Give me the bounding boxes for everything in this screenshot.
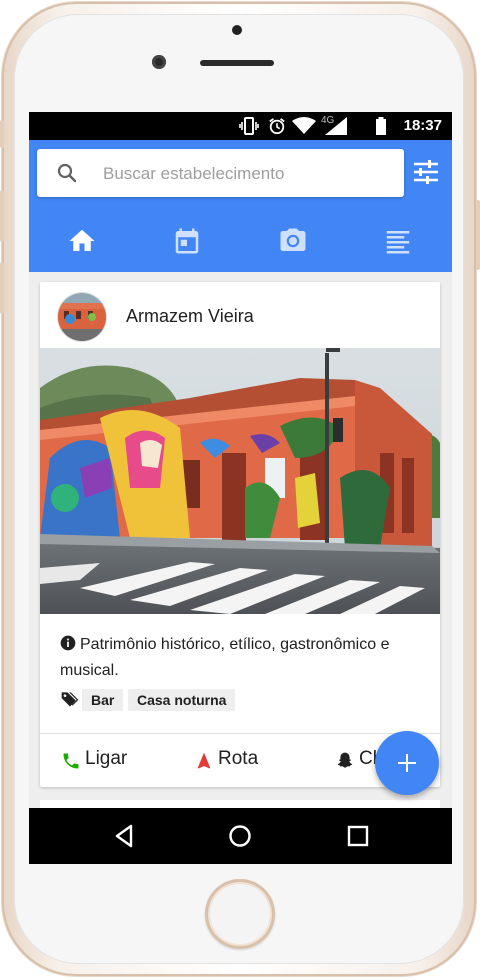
tab-camera-icon[interactable] xyxy=(278,226,308,256)
signal-icon xyxy=(325,117,347,135)
wifi-icon xyxy=(292,117,316,134)
search-box[interactable] xyxy=(37,149,404,197)
tag-casa-noturna[interactable]: Casa noturna xyxy=(128,689,236,711)
front-camera xyxy=(152,55,166,69)
side-button xyxy=(0,120,4,148)
tab-calendar-icon[interactable] xyxy=(172,226,202,256)
back-triangle-icon[interactable] xyxy=(111,822,139,850)
volume-up-button xyxy=(0,190,4,242)
avatar[interactable] xyxy=(58,293,106,341)
filter-tune-icon[interactable] xyxy=(412,158,440,186)
plus-icon xyxy=(398,754,416,772)
call-label: Ligar xyxy=(85,748,128,769)
add-fab-button[interactable] xyxy=(375,731,439,795)
description-text: Patrimônio histórico, etílico, gastronôm… xyxy=(60,636,390,679)
android-nav-bar xyxy=(29,808,452,864)
tab-home-icon[interactable] xyxy=(67,226,97,256)
snapchat-ghost-icon xyxy=(337,752,353,768)
avatar-image xyxy=(58,293,106,341)
card-description: Patrimônio histórico, etílico, gastronôm… xyxy=(60,632,425,684)
navigation-arrow-icon xyxy=(197,752,211,769)
alarm-icon xyxy=(269,118,285,135)
front-sensor xyxy=(232,25,242,35)
recents-square-icon[interactable] xyxy=(344,822,372,850)
battery-icon xyxy=(376,117,386,135)
photo-image xyxy=(40,348,440,614)
establishment-card[interactable]: Armazem Vieira Patrimônio histórico, etí… xyxy=(40,282,440,787)
card-divider xyxy=(40,733,440,734)
power-button xyxy=(476,200,480,270)
volume-down-button xyxy=(0,262,4,314)
home-hardware-button[interactable] xyxy=(205,879,275,949)
card-title[interactable]: Armazem Vieira xyxy=(126,306,254,327)
app-bar xyxy=(29,140,452,272)
tab-list-icon[interactable] xyxy=(383,226,413,256)
call-button[interactable]: Ligar xyxy=(61,748,161,774)
info-icon xyxy=(60,635,76,651)
earpiece-speaker xyxy=(200,60,274,66)
status-time: 18:37 xyxy=(403,117,442,134)
search-icon xyxy=(57,163,77,183)
search-input[interactable] xyxy=(101,159,395,189)
vibrate-icon xyxy=(239,117,259,135)
tag-bar[interactable]: Bar xyxy=(82,689,124,711)
tags-icon xyxy=(61,692,79,707)
screen: 4G 18:37 Buscar estabelecimento Armazem … xyxy=(29,112,452,864)
route-button[interactable]: Rota xyxy=(194,748,294,774)
tab-bar xyxy=(29,216,452,272)
route-label: Rota xyxy=(218,748,259,769)
phone-icon xyxy=(63,753,79,769)
status-bar: 4G 18:37 xyxy=(29,112,452,140)
home-circle-icon[interactable] xyxy=(226,822,254,850)
establishment-photo[interactable] xyxy=(40,348,440,614)
